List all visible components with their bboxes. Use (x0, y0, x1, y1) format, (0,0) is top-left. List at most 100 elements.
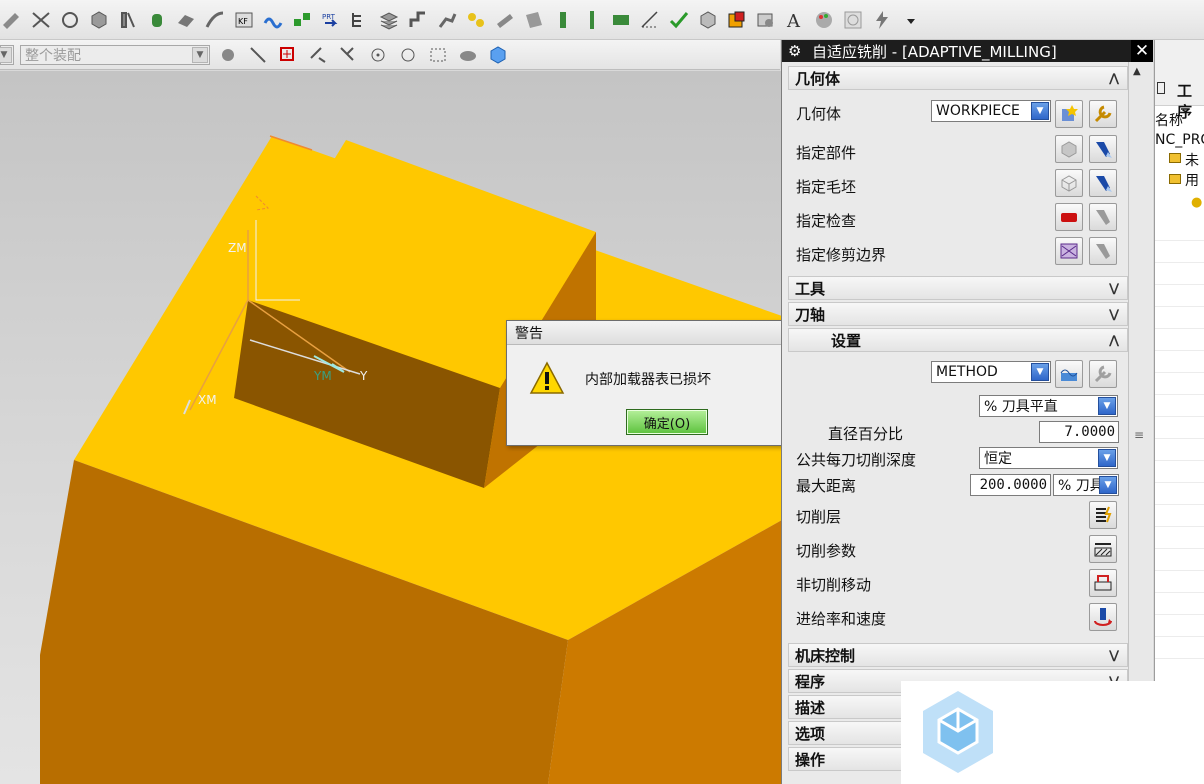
warning-triangle-icon (529, 361, 565, 394)
max-distance-input[interactable]: 200.0000 (970, 474, 1051, 496)
edit-method-button[interactable] (1089, 360, 1117, 388)
box-view-icon[interactable] (696, 8, 720, 32)
snap-endpoint-icon[interactable] (246, 43, 270, 67)
pin-icon[interactable] (1157, 82, 1165, 94)
sweep-icon[interactable] (203, 8, 227, 32)
feeds-speeds-button[interactable] (1089, 603, 1117, 631)
specify-trim-select-button[interactable] (1055, 237, 1083, 265)
cylinder-icon[interactable] (145, 8, 169, 32)
edit-geometry-button[interactable] (1089, 100, 1117, 128)
block-icon[interactable] (87, 8, 111, 32)
row-divider (1155, 460, 1204, 461)
row-divider (1155, 262, 1204, 263)
snap-center-icon[interactable] (366, 43, 390, 67)
wave-icon[interactable] (261, 8, 285, 32)
max-distance-unit-select[interactable]: % 刀具 ▼ (1053, 474, 1119, 496)
scroll-up-icon[interactable]: ▲ (1133, 66, 1141, 77)
method-select[interactable]: METHOD ▼ (931, 361, 1051, 383)
tree-icon[interactable] (348, 8, 372, 32)
max-distance-unit-value: % 刀具 (1058, 478, 1104, 494)
specify-part-select-button[interactable] (1055, 135, 1083, 163)
section-machine-control-label: 机床控制 (795, 646, 856, 665)
scroll-grip-icon[interactable]: ≡ (1134, 428, 1144, 442)
nc-program-root[interactable]: NC_PRO (1155, 132, 1204, 148)
toolbar-dropdown-icon[interactable] (899, 8, 923, 32)
specify-blank-display-button[interactable] (1089, 169, 1117, 197)
specify-trim-display-button[interactable] (1089, 237, 1117, 265)
main-toolbar: KF PRT A (0, 0, 1204, 40)
row-divider (1155, 394, 1204, 395)
prt-icon[interactable]: PRT (319, 8, 343, 32)
palette-icon[interactable] (812, 8, 836, 32)
select-component-icon[interactable] (216, 43, 240, 67)
selection-toolbar: ▼ 整个装配 ▼ (0, 40, 780, 70)
ok-button[interactable]: 确定(O) (626, 409, 708, 435)
section-tool-axis[interactable]: 刀轴 ⋁ (788, 302, 1128, 326)
axis-label-y: Y (359, 369, 368, 383)
capture-icon[interactable] (754, 8, 778, 32)
snap-intersect-icon[interactable] (336, 43, 360, 67)
geometry-select[interactable]: WORKPIECE ▼ (931, 100, 1051, 122)
robot-icon[interactable] (435, 8, 459, 32)
check-icon[interactable] (667, 8, 691, 32)
filter-select[interactable]: ▼ (0, 44, 14, 65)
chevron-up-icon[interactable]: ⋀ (1105, 69, 1123, 87)
depth-per-cut-select[interactable]: 恒定 ▼ (979, 447, 1118, 469)
specify-blank-select-button[interactable] (1055, 169, 1083, 197)
blank-icon (1061, 175, 1077, 192)
section-tool[interactable]: 工具 ⋁ (788, 276, 1128, 300)
kf-icon[interactable]: KF (232, 8, 256, 32)
snap-midpoint-icon[interactable] (306, 43, 330, 67)
curve-icon[interactable] (29, 8, 53, 32)
section-geometry[interactable]: 几何体 ⋀ (788, 66, 1128, 90)
flashlight-disabled-icon (1096, 244, 1110, 259)
layers-icon[interactable] (377, 8, 401, 32)
chevron-up-icon[interactable]: ⋀ (1105, 331, 1123, 349)
surface-icon[interactable] (522, 8, 546, 32)
stepover-type-select[interactable]: % 刀具平直 ▼ (979, 395, 1118, 417)
assembly-scope-select[interactable]: 整个装配 ▼ (20, 44, 210, 65)
specify-part-display-button[interactable] (1089, 135, 1117, 163)
post-icon[interactable] (551, 8, 575, 32)
extrude-icon[interactable] (116, 8, 140, 32)
specify-check-label: 指定检查 (796, 212, 857, 230)
panel-scrollbar[interactable]: ▲ ≡ (1128, 62, 1152, 784)
column-header-name[interactable]: 名称 (1155, 110, 1183, 130)
sketch-icon[interactable] (0, 8, 24, 32)
chevron-down-icon[interactable]: ⋁ (1105, 646, 1123, 664)
specify-check-select-button[interactable] (1055, 203, 1083, 231)
plate-icon[interactable] (609, 8, 633, 32)
lightning-icon[interactable] (870, 8, 894, 32)
measure-icon[interactable] (638, 8, 662, 32)
shaded-view-icon[interactable] (456, 43, 480, 67)
new-method-button[interactable] (1055, 360, 1083, 388)
cut-levels-button[interactable] (1089, 501, 1117, 529)
pipe-icon[interactable] (493, 8, 517, 32)
new-geometry-button[interactable] (1055, 100, 1083, 128)
non-cut-moves-button[interactable] (1089, 569, 1117, 597)
gear-icon[interactable]: ⚙ (788, 42, 806, 60)
snap-point-icon[interactable] (276, 43, 300, 67)
cut-params-button[interactable] (1089, 535, 1117, 563)
chevron-down-icon[interactable]: ⋁ (1105, 279, 1123, 297)
section-path-settings[interactable]: 设置 ⋀ (788, 328, 1128, 352)
unused-items-node[interactable]: 未用 (1185, 150, 1204, 190)
route-icon[interactable] (406, 8, 430, 32)
close-button[interactable]: ✕ (1131, 40, 1153, 62)
pin-icon[interactable] (580, 8, 604, 32)
snap-quadrant-icon[interactable] (396, 43, 420, 67)
method-select-value: METHOD (936, 364, 998, 380)
grid-icon[interactable] (841, 8, 865, 32)
section-machine-control[interactable]: 机床控制 ⋁ (788, 643, 1128, 667)
cube-view-icon[interactable] (486, 43, 510, 67)
color-cube-icon[interactable] (725, 8, 749, 32)
shell-icon[interactable] (174, 8, 198, 32)
assembly-icon[interactable] (290, 8, 314, 32)
specify-check-display-button[interactable] (1089, 203, 1117, 231)
text-icon[interactable]: A (783, 8, 807, 32)
chevron-down-icon[interactable]: ⋁ (1105, 305, 1123, 323)
balls-icon[interactable] (464, 8, 488, 32)
datum-icon[interactable] (58, 8, 82, 32)
select-box-icon[interactable] (426, 43, 450, 67)
stepover-input[interactable]: 7.0000 (1039, 421, 1119, 443)
